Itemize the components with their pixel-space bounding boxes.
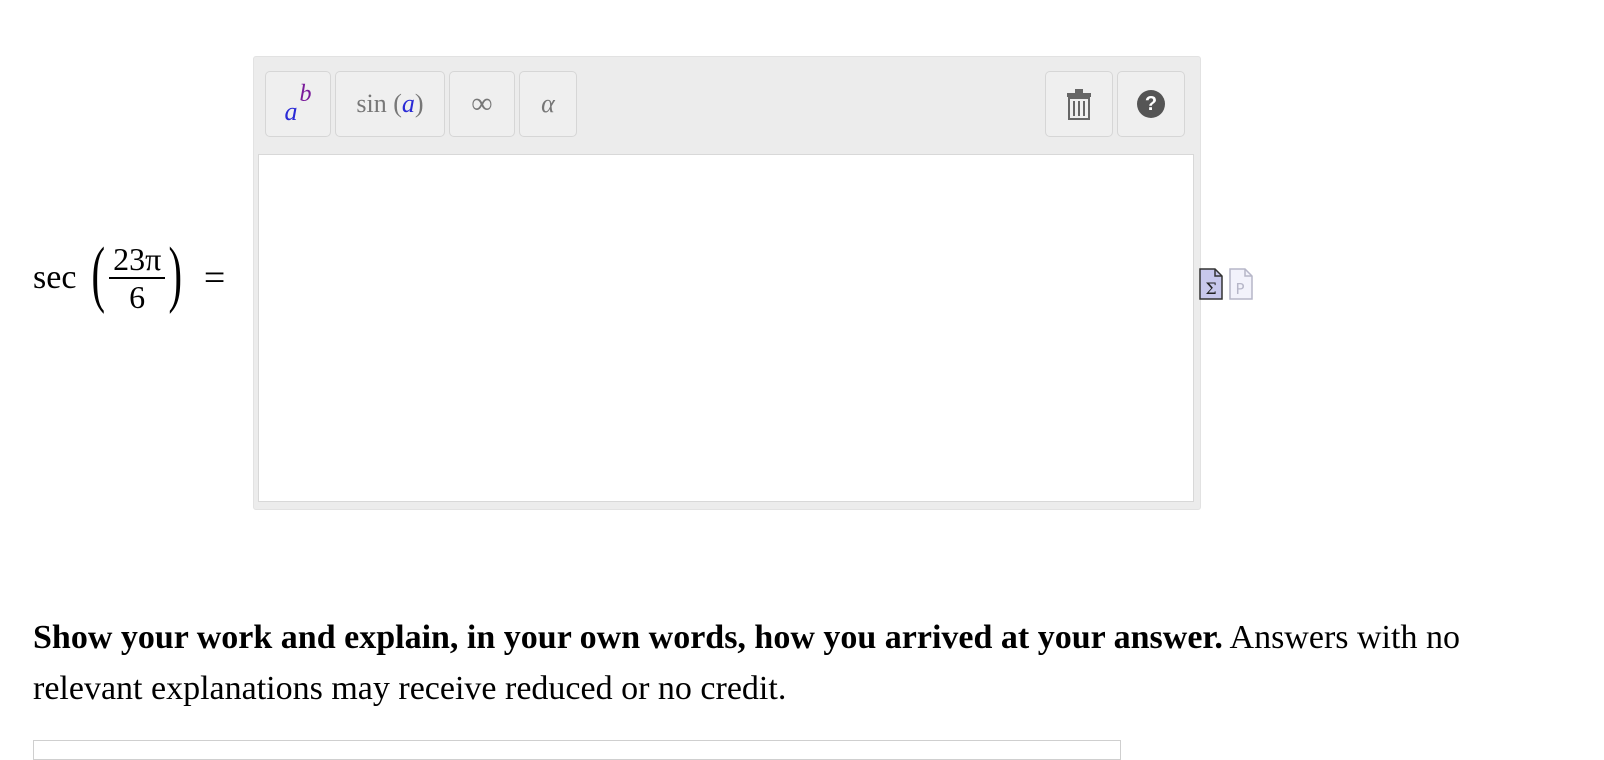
trig-close-paren: ) [414,89,424,118]
instructions-text: Show your work and explain, in your own … [33,612,1573,714]
equals-sign: = [203,257,226,299]
power-base: a [284,97,298,126]
infinity-button[interactable]: ∞ [449,71,515,137]
fraction: 23π 6 [109,241,166,315]
trig-function-button[interactable]: sin (a) [335,71,445,137]
explanation-box-top[interactable] [33,740,1121,760]
greek-letters-button[interactable]: α [519,71,577,137]
svg-text:P: P [1235,280,1244,298]
math-answer-editor: ab sin (a) ∞ α ? [253,56,1201,510]
equation-editor-icon[interactable]: Σ [1199,268,1223,300]
function-name: sec [33,259,77,296]
trig-open-paren: ( [393,89,402,118]
fraction-numerator: 23π [109,241,166,279]
trig-arg: a [401,89,415,118]
equation-prompt: sec ( 23π 6 ) = [33,233,226,318]
answer-input-area[interactable] [258,154,1194,502]
help-icon: ? [1137,90,1165,118]
editor-mode-icons: Σ P [1199,268,1253,300]
instructions-bold: Show your work and explain, in your own … [33,619,1223,656]
help-button[interactable]: ? [1117,71,1185,137]
power-exponent: b [299,80,312,107]
plain-text-icon[interactable]: P [1229,268,1253,300]
clear-button[interactable] [1045,71,1113,137]
power-button[interactable]: ab [265,71,331,137]
left-paren: ( [91,233,106,315]
svg-text:Σ: Σ [1205,279,1216,298]
right-paren: ) [168,233,183,315]
fraction-denominator: 6 [129,279,146,315]
greek-label: α [541,89,555,118]
infinity-label: ∞ [471,87,493,120]
trig-func-label: sin [356,89,387,118]
trash-icon [1067,89,1091,120]
editor-toolbar: ab sin (a) ∞ α ? [254,57,1200,155]
